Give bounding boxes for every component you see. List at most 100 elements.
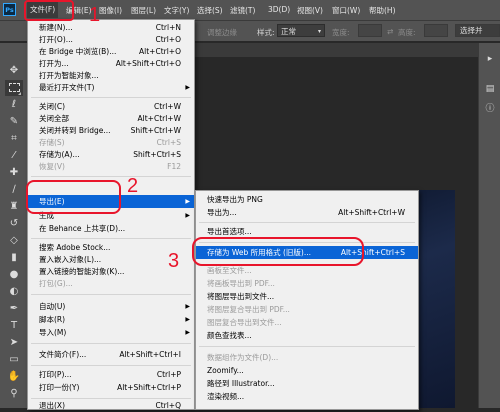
menu-separator — [31, 343, 191, 344]
menu-item-layer-comps-to-files[interactable]: 图层复合导出到文件... — [196, 317, 418, 329]
menu-item-color-lookup[interactable]: 颜色查找表... — [196, 330, 418, 342]
panel-toggle-icon[interactable]: ▸ — [484, 53, 496, 65]
width-input[interactable] — [358, 24, 382, 37]
rectangle-icon[interactable]: ▭ — [5, 352, 23, 368]
height-label: 高度: — [398, 28, 416, 37]
submenu-arrow-icon: ▶ — [185, 84, 190, 91]
submenu-arrow-icon: ▶ — [185, 303, 190, 310]
menu-item-browse-bridge[interactable]: 在 Bridge 中浏览(B)... Alt+Ctrl+O — [28, 46, 194, 58]
tool-panel: ✥ ℓ ✎ ⌗ ⁄ ✚ ∕ ♜ ↺ ◇ ▮ ● ◐ ✒ T ➤ ▭ ✋ ⚲ — [0, 43, 29, 408]
crop-icon[interactable]: ⌗ — [5, 131, 23, 147]
chevron-down-icon: ▾ — [317, 28, 321, 35]
menu-item-file-info[interactable]: 文件简介(F)... Alt+Shift+Ctrl+I — [28, 349, 194, 361]
blur-icon[interactable]: ● — [5, 267, 23, 283]
move-icon[interactable]: ✥ — [5, 63, 23, 79]
menu-item-open-smart-object[interactable]: 打开为智能对象... — [28, 70, 194, 82]
right-panel-dock: ▸ ▤ ⓘ — [478, 43, 500, 408]
style-select[interactable]: 正常 ▾ — [277, 24, 325, 37]
menu-item-share-behance[interactable]: 在 Behance 上共享(D)... — [28, 223, 194, 235]
menu-item-quick-export-png[interactable]: 快速导出为 PNG — [196, 194, 418, 206]
menu-separator — [31, 176, 191, 177]
menu-separator — [31, 398, 191, 399]
hand-icon[interactable]: ✋ — [5, 369, 23, 385]
menu-item-save-as[interactable]: 存储为(A)... Shift+Ctrl+S — [28, 149, 194, 161]
menu-type[interactable]: 文字(Y) — [164, 5, 189, 16]
history-brush-icon[interactable]: ↺ — [5, 216, 23, 232]
menu-item-open[interactable]: 打开(O)... Ctrl+O — [28, 34, 194, 46]
menu-item-print[interactable]: 打印(P)... Ctrl+P — [28, 369, 194, 381]
menu-item-layer-comps-to-pdf[interactable]: 将图层复合导出到 PDF... — [196, 304, 418, 316]
menu-item-close[interactable]: 关闭(C) Ctrl+W — [28, 101, 194, 113]
eyedropper-icon[interactable]: ⁄ — [5, 148, 23, 164]
menu-help[interactable]: 帮助(H) — [369, 5, 396, 16]
clone-stamp-icon[interactable]: ♜ — [5, 199, 23, 215]
swap-icon[interactable]: ⇄ — [387, 27, 393, 36]
history-panel-icon[interactable]: ▤ — [484, 83, 496, 95]
menu-bar: Ps 文件(F) 编辑(E) 图像(I) 图层(L) 文字(Y) 选择(S) 滤… — [0, 0, 500, 21]
menu-separator — [31, 365, 191, 366]
photoshop-logo: Ps — [3, 3, 16, 16]
height-input[interactable] — [424, 24, 448, 37]
eraser-icon[interactable]: ◇ — [5, 233, 23, 249]
style-label: 样式: — [257, 28, 275, 37]
menu-item-layers-to-files[interactable]: 将图层导出到文件... — [196, 291, 418, 303]
width-label: 宽度: — [332, 28, 350, 37]
menu-layer[interactable]: 图层(L) — [131, 5, 156, 16]
menu-item-close-go-bridge[interactable]: 关闭并转到 Bridge... Shift+Ctrl+W — [28, 125, 194, 137]
marquee-icon[interactable] — [5, 80, 23, 96]
menu-item-new[interactable]: 新建(N)... Ctrl+N — [28, 22, 194, 34]
annotation-box-export — [26, 180, 121, 214]
menu-item-save[interactable]: 存储(S) Ctrl+S — [28, 137, 194, 149]
path-select-icon[interactable]: ➤ — [5, 335, 23, 351]
menu-item-export-as[interactable]: 导出为... Alt+Shift+Ctrl+W — [196, 207, 418, 219]
menu-separator — [31, 97, 191, 98]
menu-select[interactable]: 选择(S) — [197, 5, 223, 16]
menu-item-close-all[interactable]: 关闭全部 Alt+Ctrl+W — [28, 113, 194, 125]
menu-item-render-video[interactable]: 渲染视频... — [196, 391, 418, 403]
menu-item-recent-files[interactable]: 最近打开文件(T) ▶ — [28, 82, 194, 94]
menu-item-zoomify[interactable]: Zoomify... — [196, 365, 418, 377]
annotation-box-file-menu — [24, 0, 74, 21]
menu-separator — [199, 222, 415, 223]
menu-item-scripts[interactable]: 脚本(R) ▶ — [28, 314, 194, 326]
menu-separator — [199, 346, 415, 347]
menu-item-artboards-to-files[interactable]: 画板至文件... — [196, 265, 418, 277]
menu-item-import[interactable]: 导入(M) ▶ — [28, 327, 194, 339]
type-icon[interactable]: T — [5, 318, 23, 334]
menu-item-artboards-to-pdf[interactable]: 将画板导出到 PDF... — [196, 278, 418, 290]
quick-select-icon[interactable]: ✎ — [5, 114, 23, 130]
menu-window[interactable]: 窗口(W) — [332, 5, 360, 16]
submenu-arrow-icon: ▶ — [185, 198, 190, 205]
menu-item-paths-to-illustrator[interactable]: 路径到 Illustrator... — [196, 378, 418, 390]
menu-image[interactable]: 图像(I) — [99, 5, 122, 16]
menu-item-open-as[interactable]: 打开为... Alt+Shift+Ctrl+O — [28, 58, 194, 70]
refine-edge-button[interactable]: 调整边缘 — [207, 27, 237, 38]
export-submenu: 快速导出为 PNG 导出为... Alt+Shift+Ctrl+W 导出首选项..… — [195, 190, 419, 410]
menu-item-print-one-copy[interactable]: 打印一份(Y) Alt+Shift+Ctrl+P — [28, 382, 194, 394]
menu-view[interactable]: 视图(V) — [297, 5, 323, 16]
style-value: 正常 — [281, 27, 296, 36]
file-menu: 新建(N)... Ctrl+N 打开(O)... Ctrl+O 在 Bridge 中… — [27, 19, 195, 410]
healing-brush-icon[interactable]: ✚ — [5, 165, 23, 181]
submenu-arrow-icon: ▶ — [185, 329, 190, 336]
menu-item-exit[interactable]: 退出(X) Ctrl+Q — [28, 400, 194, 412]
annotation-number-2: 2 — [127, 175, 139, 197]
info-panel-icon[interactable]: ⓘ — [484, 103, 496, 115]
menu-item-package[interactable]: 打包(G)... — [28, 278, 194, 290]
annotation-number-3: 3 — [168, 250, 180, 272]
dodge-icon[interactable]: ◐ — [5, 284, 23, 300]
menu-item-data-sets-as-files[interactable]: 数据组作为文件(D)... — [196, 352, 418, 364]
gradient-icon[interactable]: ▮ — [5, 250, 23, 266]
menu-3d[interactable]: 3D(D) — [268, 5, 290, 14]
annotation-box-save-for-web — [192, 237, 364, 266]
annotation-number-1: 1 — [89, 4, 101, 26]
pen-icon[interactable]: ✒ — [5, 301, 23, 317]
brush-icon[interactable]: ∕ — [5, 182, 23, 198]
menu-item-automate[interactable]: 自动(U) ▶ — [28, 301, 194, 313]
submenu-arrow-icon: ▶ — [185, 316, 190, 323]
select-and-mask-button[interactable]: 选择并 — [455, 24, 500, 37]
menu-item-revert[interactable]: 恢复(V) F12 — [28, 161, 194, 173]
zoom-icon[interactable]: ⚲ — [5, 386, 23, 402]
lasso-icon[interactable]: ℓ — [5, 97, 23, 113]
menu-filter[interactable]: 滤镜(T) — [230, 5, 255, 16]
